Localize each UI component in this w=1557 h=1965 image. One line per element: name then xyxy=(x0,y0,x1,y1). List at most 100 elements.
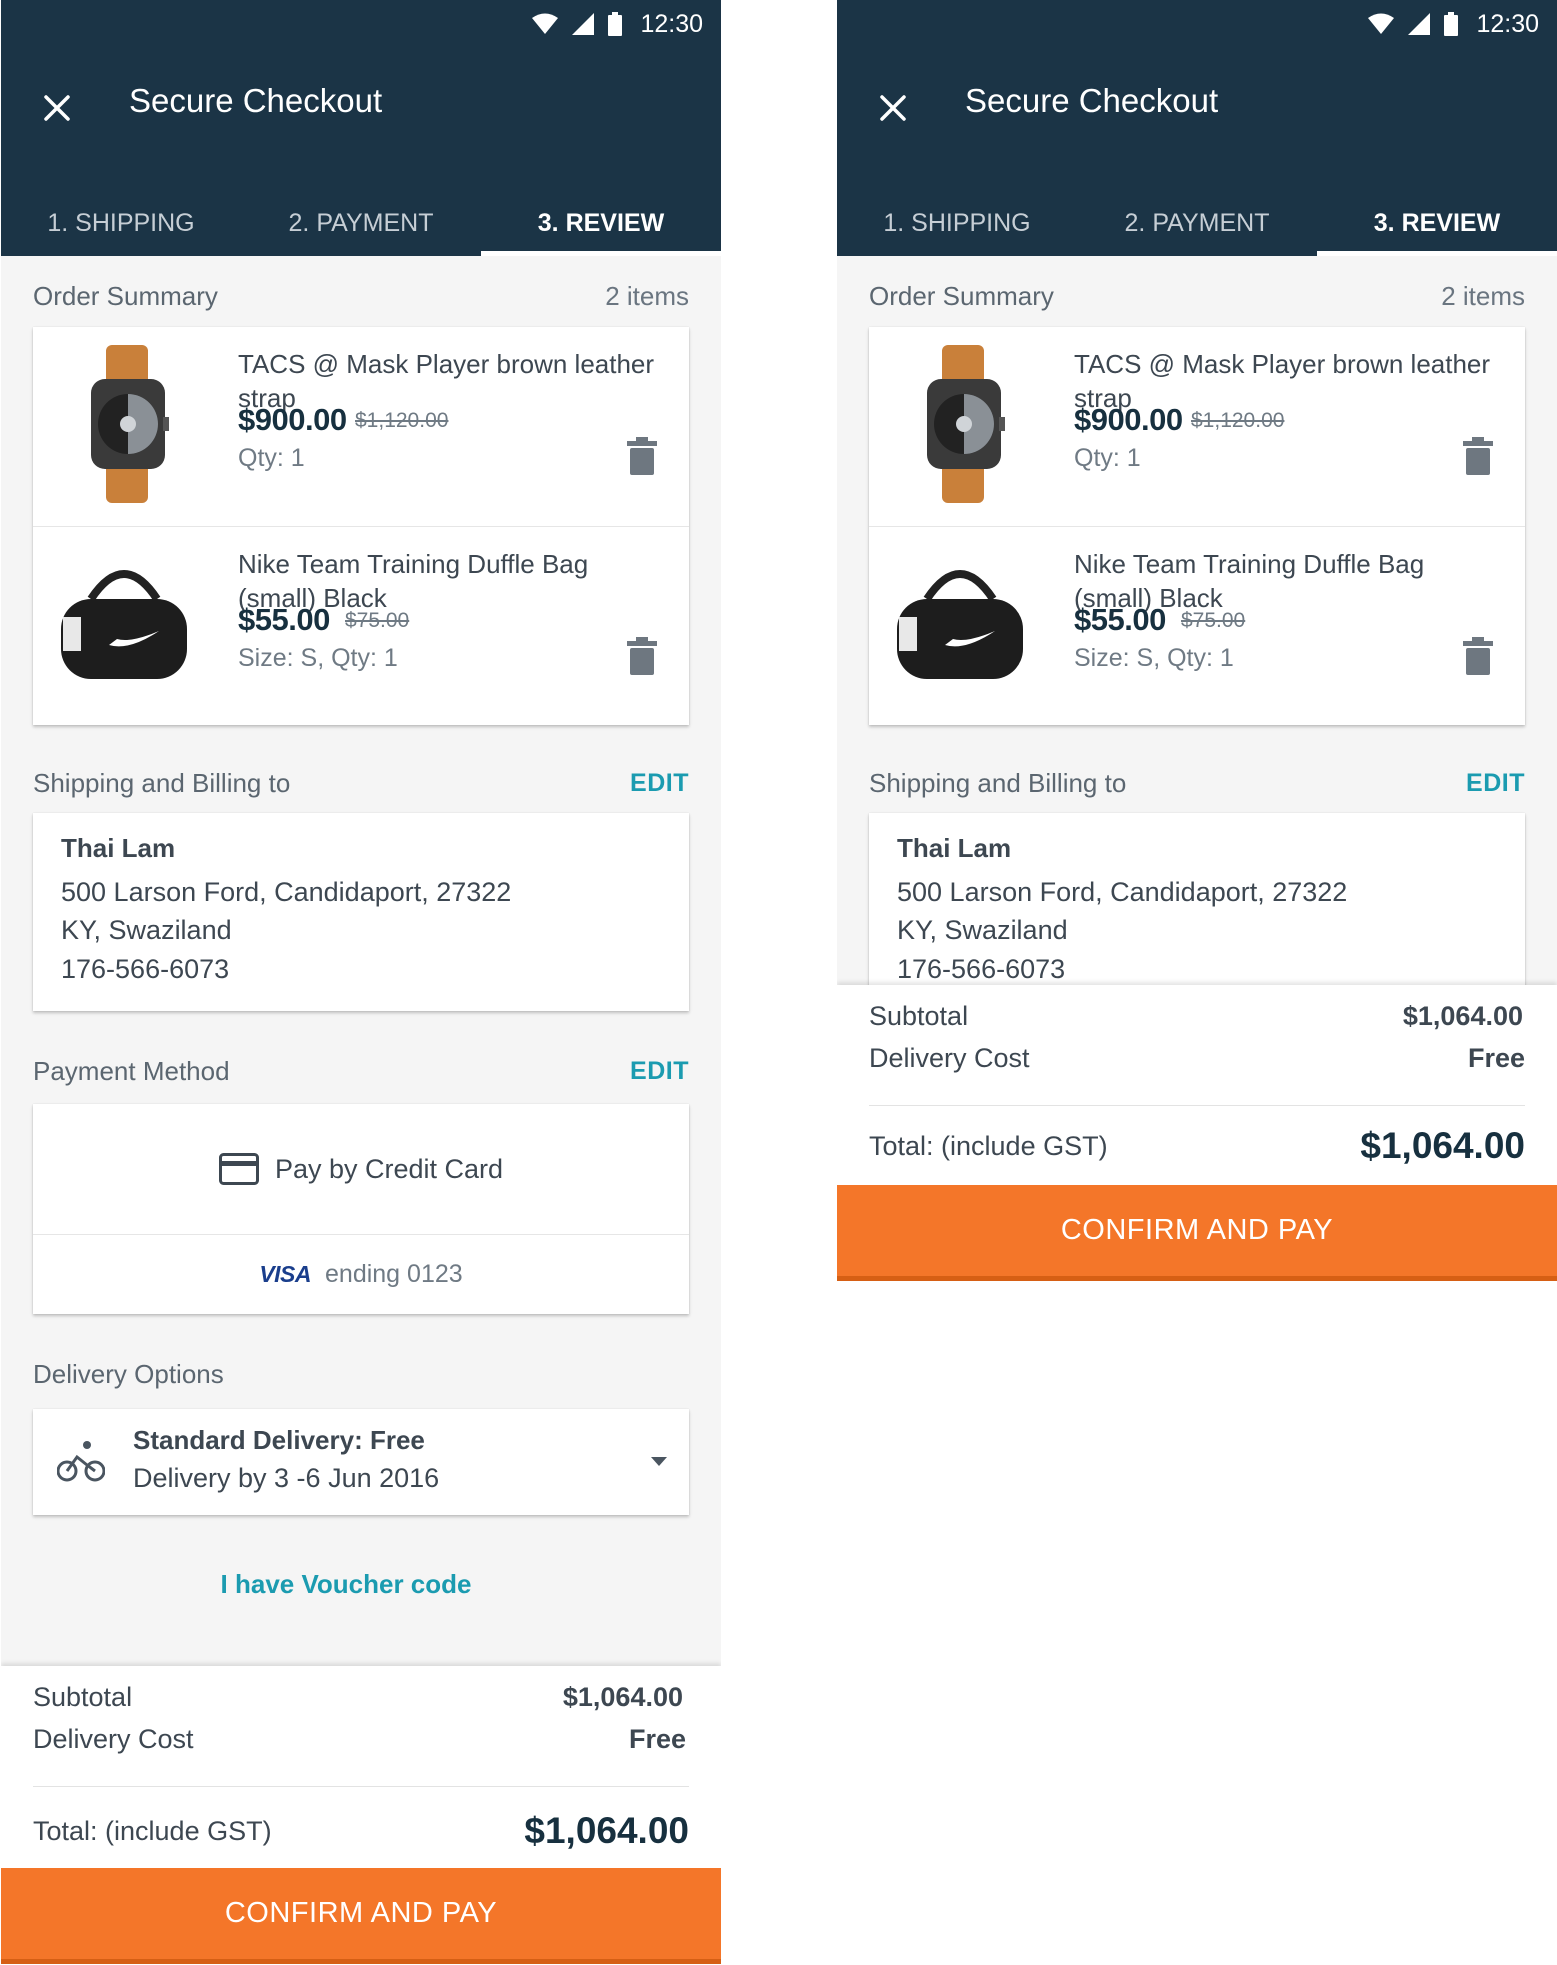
trash-icon[interactable] xyxy=(1463,437,1493,475)
checkout-screen-full: 12:30 Secure Checkout 1. SHIPPING 2. PAY… xyxy=(1,0,721,1965)
shipping-header: Shipping and Billing to EDIT xyxy=(33,763,689,803)
total-row: Total: (include GST) $1,064.00 xyxy=(33,1806,689,1856)
order-totals-panel: Subtotal $1,064.00 Delivery Cost Free To… xyxy=(1,1666,721,1965)
subtotal-value: $1,064.00 xyxy=(1402,1001,1523,1031)
status-bar: 12:30 xyxy=(837,0,1557,48)
order-summary-header: Order Summary 2 items xyxy=(869,276,1525,316)
total-value: $1,064.00 xyxy=(524,1810,689,1851)
item-details: Size: S, Qty: 1 xyxy=(238,644,398,672)
delivery-header: Delivery Options xyxy=(33,1354,689,1394)
status-time: 12:30 xyxy=(1476,9,1539,38)
total-label: Total: (include GST) xyxy=(869,1130,1108,1161)
checkout-tabs: 1. SHIPPING 2. PAYMENT 3. REVIEW xyxy=(1,188,721,256)
payment-card: Pay by Credit Card VISA ending 0123 xyxy=(33,1104,689,1314)
edit-shipping-link[interactable]: EDIT xyxy=(630,769,689,798)
tab-shipping[interactable]: 1. SHIPPING xyxy=(837,188,1077,256)
edit-shipping-link[interactable]: EDIT xyxy=(1466,769,1525,798)
close-button[interactable] xyxy=(27,78,87,138)
page-title: Secure Checkout xyxy=(965,82,1219,119)
item-details: Qty: 1 xyxy=(238,444,305,472)
confirm-and-pay-button[interactable]: CONFIRM AND PAY xyxy=(837,1185,1557,1281)
watch-image xyxy=(927,345,1005,503)
saved-card-row[interactable]: VISA ending 0123 xyxy=(33,1234,689,1314)
checkout-screen-collapsed: 12:30 Secure Checkout 1. SHIPPING 2. PAY… xyxy=(837,0,1557,1965)
list-item[interactable]: TACS @ Mask Player brown leather strap $… xyxy=(869,327,1525,526)
delivery-cost-label: Delivery Cost xyxy=(869,1043,1030,1073)
item-price: $900.00 xyxy=(238,402,347,437)
cell-signal-icon xyxy=(572,13,595,35)
address-line-2: KY, Swaziland xyxy=(61,915,232,945)
delivery-cost-value: Free xyxy=(628,1724,686,1754)
phone-number: 176-566-6073 xyxy=(61,954,230,984)
edit-payment-link[interactable]: EDIT xyxy=(630,1057,689,1086)
list-item[interactable]: Nike Team Training Duffle Bag (small) Bl… xyxy=(33,526,689,725)
item-count: 2 items xyxy=(1441,280,1525,311)
delivery-estimate: Delivery by 3 -6 Jun 2016 xyxy=(133,1463,440,1493)
delivery-cost-value: Free xyxy=(1467,1043,1525,1073)
payment-title: Payment Method xyxy=(33,1055,230,1086)
cell-signal-icon xyxy=(1408,13,1431,35)
status-time: 12:30 xyxy=(640,9,703,38)
content-area: Order Summary 2 items TACS @ Mask Player… xyxy=(1,256,721,1965)
totals-divider xyxy=(869,1105,1525,1106)
confirm-and-pay-button[interactable]: CONFIRM AND PAY xyxy=(1,1868,721,1964)
content-area: Order Summary 2 items TACS @ Mask Player… xyxy=(837,256,1557,985)
payment-header: Payment Method EDIT xyxy=(33,1051,689,1091)
item-old-price: $1,120.00 xyxy=(1191,409,1285,432)
trash-icon[interactable] xyxy=(627,637,657,675)
total-label: Total: (include GST) xyxy=(33,1815,272,1846)
tab-shipping[interactable]: 1. SHIPPING xyxy=(1,188,241,256)
close-icon xyxy=(44,95,70,121)
tab-review[interactable]: 3. REVIEW xyxy=(481,188,721,256)
chevron-down-icon xyxy=(651,1457,667,1466)
watch-image xyxy=(91,345,169,503)
total-row: Total: (include GST) $1,064.00 xyxy=(869,1121,1525,1171)
item-count: 2 items xyxy=(605,280,689,311)
duffle-bag-image xyxy=(897,570,1023,679)
tab-payment[interactable]: 2. PAYMENT xyxy=(241,188,481,256)
subtotal-row: Subtotal $1,064.00 xyxy=(869,1001,1525,1032)
phone-number: 176-566-6073 xyxy=(897,954,1066,984)
list-item[interactable]: Nike Team Training Duffle Bag (small) Bl… xyxy=(869,526,1525,725)
wifi-icon xyxy=(1368,13,1395,34)
totals-divider xyxy=(33,1786,689,1787)
recipient-name: Thai Lam xyxy=(897,833,1012,863)
trash-icon[interactable] xyxy=(1463,637,1493,675)
item-price: $55.00 xyxy=(1074,602,1166,637)
voucher-code-link[interactable]: I have Voucher code xyxy=(1,1569,691,1600)
item-details: Qty: 1 xyxy=(1074,444,1141,472)
payment-method-label: Pay by Credit Card xyxy=(274,1153,504,1184)
close-button[interactable] xyxy=(863,78,923,138)
order-summary-title: Order Summary xyxy=(33,280,218,311)
tab-payment[interactable]: 2. PAYMENT xyxy=(1077,188,1317,256)
delivery-option-dropdown[interactable]: Standard Delivery: Free Delivery by 3 -6… xyxy=(33,1409,689,1515)
subtotal-label: Subtotal xyxy=(33,1682,133,1712)
app-bar: Secure Checkout 1. SHIPPING 2. PAYMENT 3… xyxy=(837,48,1557,256)
order-summary-header: Order Summary 2 items xyxy=(33,276,689,316)
visa-logo-icon: VISA xyxy=(259,1261,312,1287)
subtotal-value: $1,064.00 xyxy=(562,1682,683,1712)
address-line-2: KY, Swaziland xyxy=(897,915,1068,945)
item-old-price: $75.00 xyxy=(1181,609,1246,632)
total-value: $1,064.00 xyxy=(1360,1125,1525,1166)
shipping-address-card: Thai Lam 500 Larson Ford, Candidaport, 2… xyxy=(869,813,1525,985)
battery-icon xyxy=(608,12,623,36)
item-old-price: $1,120.00 xyxy=(355,409,449,432)
subtotal-label: Subtotal xyxy=(869,1001,969,1031)
shipping-title: Shipping and Billing to xyxy=(869,767,1127,798)
recipient-name: Thai Lam xyxy=(61,833,176,863)
credit-card-icon xyxy=(218,1153,259,1185)
bicycle-icon xyxy=(57,1441,105,1482)
pay-by-credit-card-option[interactable]: Pay by Credit Card xyxy=(33,1104,689,1234)
order-totals-panel: Subtotal $1,064.00 Delivery Cost Free To… xyxy=(837,985,1557,1281)
delivery-title: Delivery Options xyxy=(33,1358,224,1389)
list-item[interactable]: TACS @ Mask Player brown leather strap $… xyxy=(33,327,689,526)
app-bar: Secure Checkout 1. SHIPPING 2. PAYMENT 3… xyxy=(1,48,721,256)
shipping-address-card: Thai Lam 500 Larson Ford, Candidaport, 2… xyxy=(33,813,689,1011)
trash-icon[interactable] xyxy=(627,437,657,475)
duffle-bag-image xyxy=(61,570,187,679)
item-details: Size: S, Qty: 1 xyxy=(1074,644,1234,672)
tab-review[interactable]: 3. REVIEW xyxy=(1317,188,1557,256)
checkout-tabs: 1. SHIPPING 2. PAYMENT 3. REVIEW xyxy=(837,188,1557,256)
card-ending: ending 0123 xyxy=(325,1260,463,1288)
